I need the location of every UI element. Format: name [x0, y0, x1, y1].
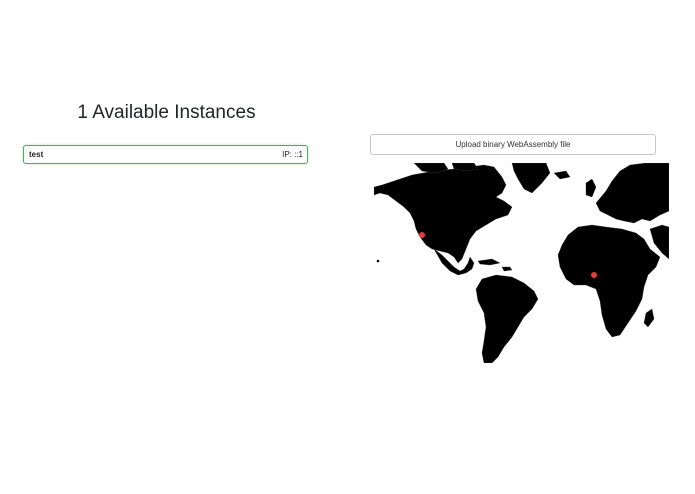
south-america-landmass [475, 274, 539, 363]
location-marker-africa [591, 272, 597, 278]
north-america-landmass [374, 164, 513, 264]
europe-landmass [595, 163, 669, 224]
caribbean-islands [477, 258, 501, 266]
instance-item[interactable]: test IP: ::1 [23, 145, 308, 164]
greenland [511, 163, 551, 194]
upload-wasm-button[interactable]: Upload binary WebAssembly file [370, 134, 656, 155]
madagascar [643, 308, 655, 328]
british-isles [585, 178, 597, 198]
instance-name: test [29, 150, 44, 159]
iceland [553, 170, 571, 180]
hawaii-island [376, 259, 380, 263]
world-map[interactable] [374, 163, 669, 363]
page-title: 1 Available Instances [77, 102, 256, 123]
location-marker-north-america [419, 232, 425, 238]
instance-ip: IP: ::1 [282, 150, 303, 159]
